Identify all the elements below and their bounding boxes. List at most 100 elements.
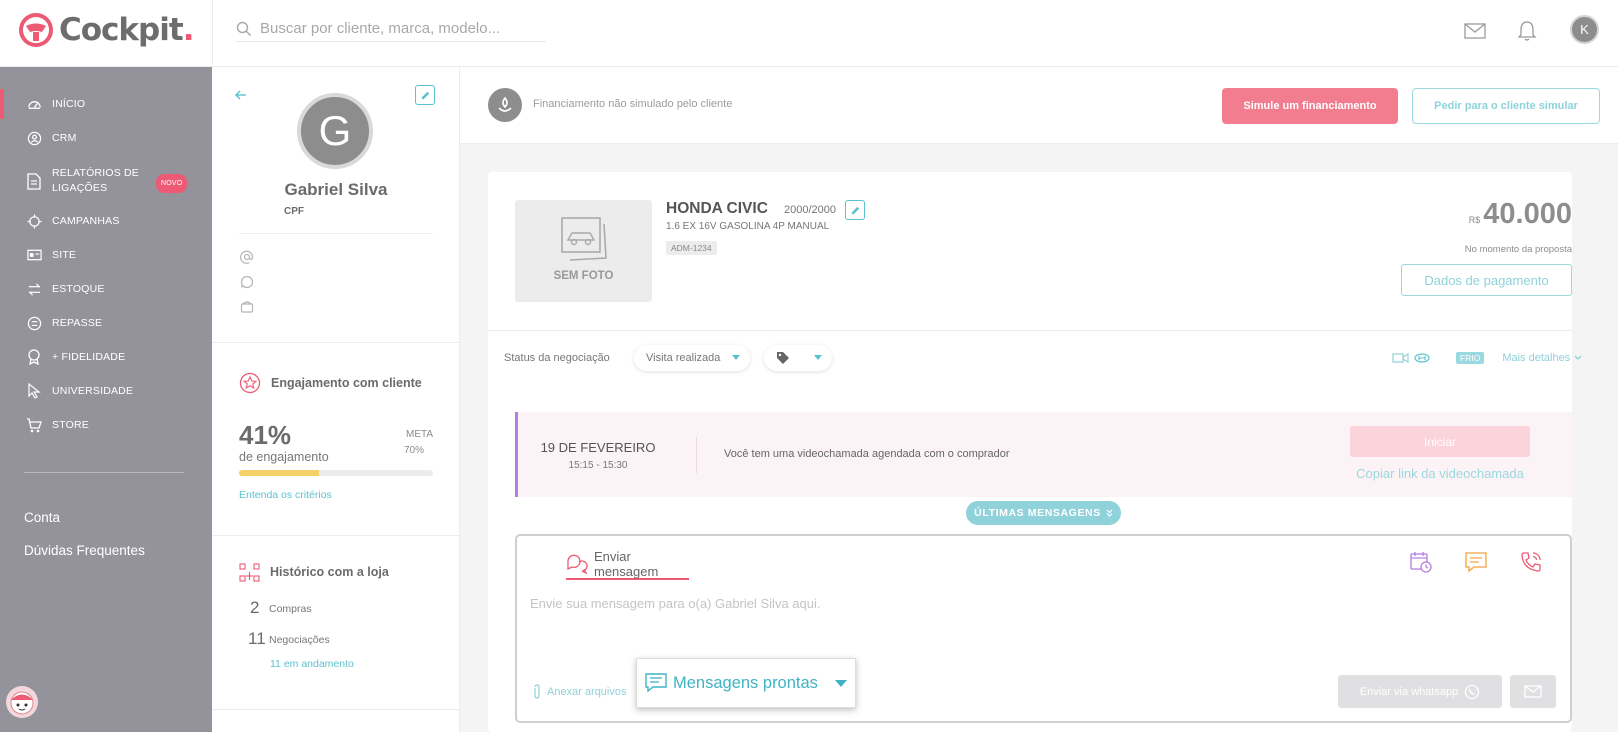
steering-wheel-icon	[19, 13, 53, 47]
client-document-label: CPF	[284, 206, 304, 217]
engagement-progress-bar	[239, 470, 433, 476]
car-brand-icon	[1414, 353, 1430, 363]
schedule-icon[interactable]	[1408, 550, 1434, 574]
video-camera-icon[interactable]	[1392, 352, 1409, 364]
mail-button[interactable]	[1462, 18, 1488, 44]
ready-messages-dropdown[interactable]: Mensagens prontas	[636, 658, 856, 708]
sidebar-item-fidelidade[interactable]: + FIDELIDADE	[0, 340, 212, 374]
sidebar-item-label: SITE	[52, 249, 77, 261]
chevron-down-icon	[814, 355, 822, 360]
notifications-button[interactable]	[1514, 18, 1540, 44]
sidebar-item-campanhas[interactable]: CAMPANHAS	[0, 204, 212, 238]
edit-vehicle-button[interactable]	[845, 200, 865, 220]
vehicle-description: 1.6 EX 16V GASOLINA 4P MANUAL	[666, 221, 830, 232]
purchases-label: Compras	[269, 603, 312, 615]
search-bar[interactable]	[236, 16, 546, 42]
negotiation-status-dropdown[interactable]: Visita realizada	[634, 345, 750, 371]
logo[interactable]: Cockpit.	[18, 10, 194, 50]
sidebar-link-conta[interactable]: Conta	[24, 510, 60, 525]
vehicle-name: HONDA CIVIC	[666, 200, 768, 217]
sidebar-item-site[interactable]: SITE	[0, 238, 212, 272]
negotiation-status-label: Status da negociação	[504, 352, 610, 364]
double-chevron-down-icon	[1106, 509, 1113, 517]
sidebar-item-inicio[interactable]: INÍCIO	[0, 87, 212, 121]
videocall-time: 15:15 - 15:30	[568, 460, 628, 471]
send-whatsapp-label: Enviar via whatsapp	[1359, 685, 1459, 698]
sidebar-item-universidade[interactable]: UNIVERSIDADE	[0, 374, 212, 408]
phone-call-icon[interactable]	[1518, 550, 1544, 574]
sidebar-item-relatorios[interactable]: RELATÓRIOS DE LIGAÇÕES NOVO	[0, 162, 212, 200]
negotiations-label: Negociações	[269, 634, 330, 646]
award-icon	[26, 349, 42, 365]
videocall-message: Você tem uma videochamada agendada com o…	[724, 448, 1010, 460]
tab-label: Enviar mensagem	[594, 549, 659, 579]
in-progress-link[interactable]: 11 em andamento	[270, 658, 354, 670]
chat-bubbles-icon	[566, 554, 588, 574]
ask-client-simulate-button[interactable]: Pedir para o cliente simular	[1412, 88, 1600, 124]
attach-label: Anexar arquivos	[547, 685, 627, 698]
car-photo-icon	[561, 217, 607, 261]
email-icon[interactable]	[239, 249, 255, 265]
engagement-progress-fill	[239, 470, 319, 476]
more-details-link[interactable]: Mais detalhes	[1502, 352, 1570, 364]
chevron-down-icon	[1574, 355, 1582, 360]
chevron-down-icon	[732, 355, 740, 360]
sidebar-item-store[interactable]: STORE	[0, 408, 212, 442]
sidebar-item-label: STORE	[52, 419, 89, 431]
sidebar-item-label: + FIDELIDADE	[52, 351, 126, 363]
message-template-icon[interactable]	[1463, 550, 1489, 574]
start-videocall-button[interactable]: Iniciar	[1350, 426, 1530, 457]
tag-icon	[777, 352, 789, 364]
mascot-chat-icon[interactable]	[6, 686, 38, 718]
sidebar-item-repasse[interactable]: REPASSE	[0, 306, 212, 340]
engagement-title: Engajamento com cliente	[271, 376, 422, 390]
temperature-badge[interactable]: FRIO	[1456, 352, 1485, 364]
send-email-button[interactable]	[1510, 675, 1556, 708]
user-avatar[interactable]: K	[1570, 15, 1599, 44]
sidebar-divider	[24, 472, 184, 473]
price-note: No momento da proposta	[1464, 244, 1572, 255]
divider	[239, 233, 433, 234]
engagement-meta-value: 70%	[404, 445, 425, 456]
phone-icon[interactable]	[239, 299, 255, 315]
logo-text: Cockpit.	[59, 12, 194, 48]
financing-status-text: Financiamento não simulado pelo cliente	[533, 98, 733, 110]
latest-messages-toggle[interactable]: ÚLTIMAS MENSAGENS	[966, 501, 1121, 525]
new-badge: NOVO	[156, 174, 188, 193]
engagement-subtitle: de engajamento	[239, 450, 329, 464]
back-arrow-icon[interactable]	[235, 88, 247, 106]
document-icon	[26, 172, 42, 190]
price-value: 40.000	[1483, 198, 1572, 230]
sidebar-item-crm[interactable]: CRM	[0, 121, 212, 155]
transfer-icon	[26, 281, 42, 297]
whatsapp-icon[interactable]	[239, 274, 255, 290]
search-icon	[236, 21, 251, 36]
cart-icon	[26, 417, 42, 433]
search-input[interactable]	[260, 20, 540, 37]
sidebar-item-estoque[interactable]: ESTOQUE	[0, 272, 212, 306]
paperclip-icon	[534, 684, 540, 699]
simulate-financing-button[interactable]: Simule um financiamento	[1222, 88, 1398, 124]
tag-dropdown[interactable]	[764, 345, 832, 371]
sidebar-link-duvidas[interactable]: Dúvidas Frequentes	[24, 543, 145, 558]
tab-send-message[interactable]: Enviar mensagem	[566, 549, 689, 580]
pencil-icon	[851, 206, 859, 214]
sidebar-item-label: RELATÓRIOS DE LIGAÇÕES	[52, 167, 140, 194]
payment-details-button[interactable]: Dados de pagamento	[1401, 264, 1572, 296]
edit-client-button[interactable]	[415, 85, 435, 105]
divider	[696, 437, 697, 473]
message-lines-icon	[645, 673, 667, 693]
attach-files-button[interactable]: Anexar arquivos	[533, 684, 627, 699]
send-whatsapp-button[interactable]: Enviar via whatsapp	[1338, 675, 1502, 708]
star-circle-icon	[239, 372, 261, 399]
message-input[interactable]: Envie sua mensagem para o(a) Gabriel Sil…	[530, 596, 820, 611]
sidebar-item-label: UNIVERSIDADE	[52, 385, 134, 397]
negotiation-indicators: FRIO Mais detalhes	[1392, 350, 1582, 366]
client-avatar: G	[297, 93, 373, 169]
engagement-criteria-link[interactable]: Entenda os critérios	[239, 489, 332, 501]
copy-videocall-link[interactable]: Copiar link da videochamada	[1350, 466, 1530, 481]
id-card-icon	[26, 247, 42, 263]
mail-icon	[1464, 23, 1486, 39]
logo-divider	[212, 0, 213, 67]
target-icon	[26, 213, 42, 229]
